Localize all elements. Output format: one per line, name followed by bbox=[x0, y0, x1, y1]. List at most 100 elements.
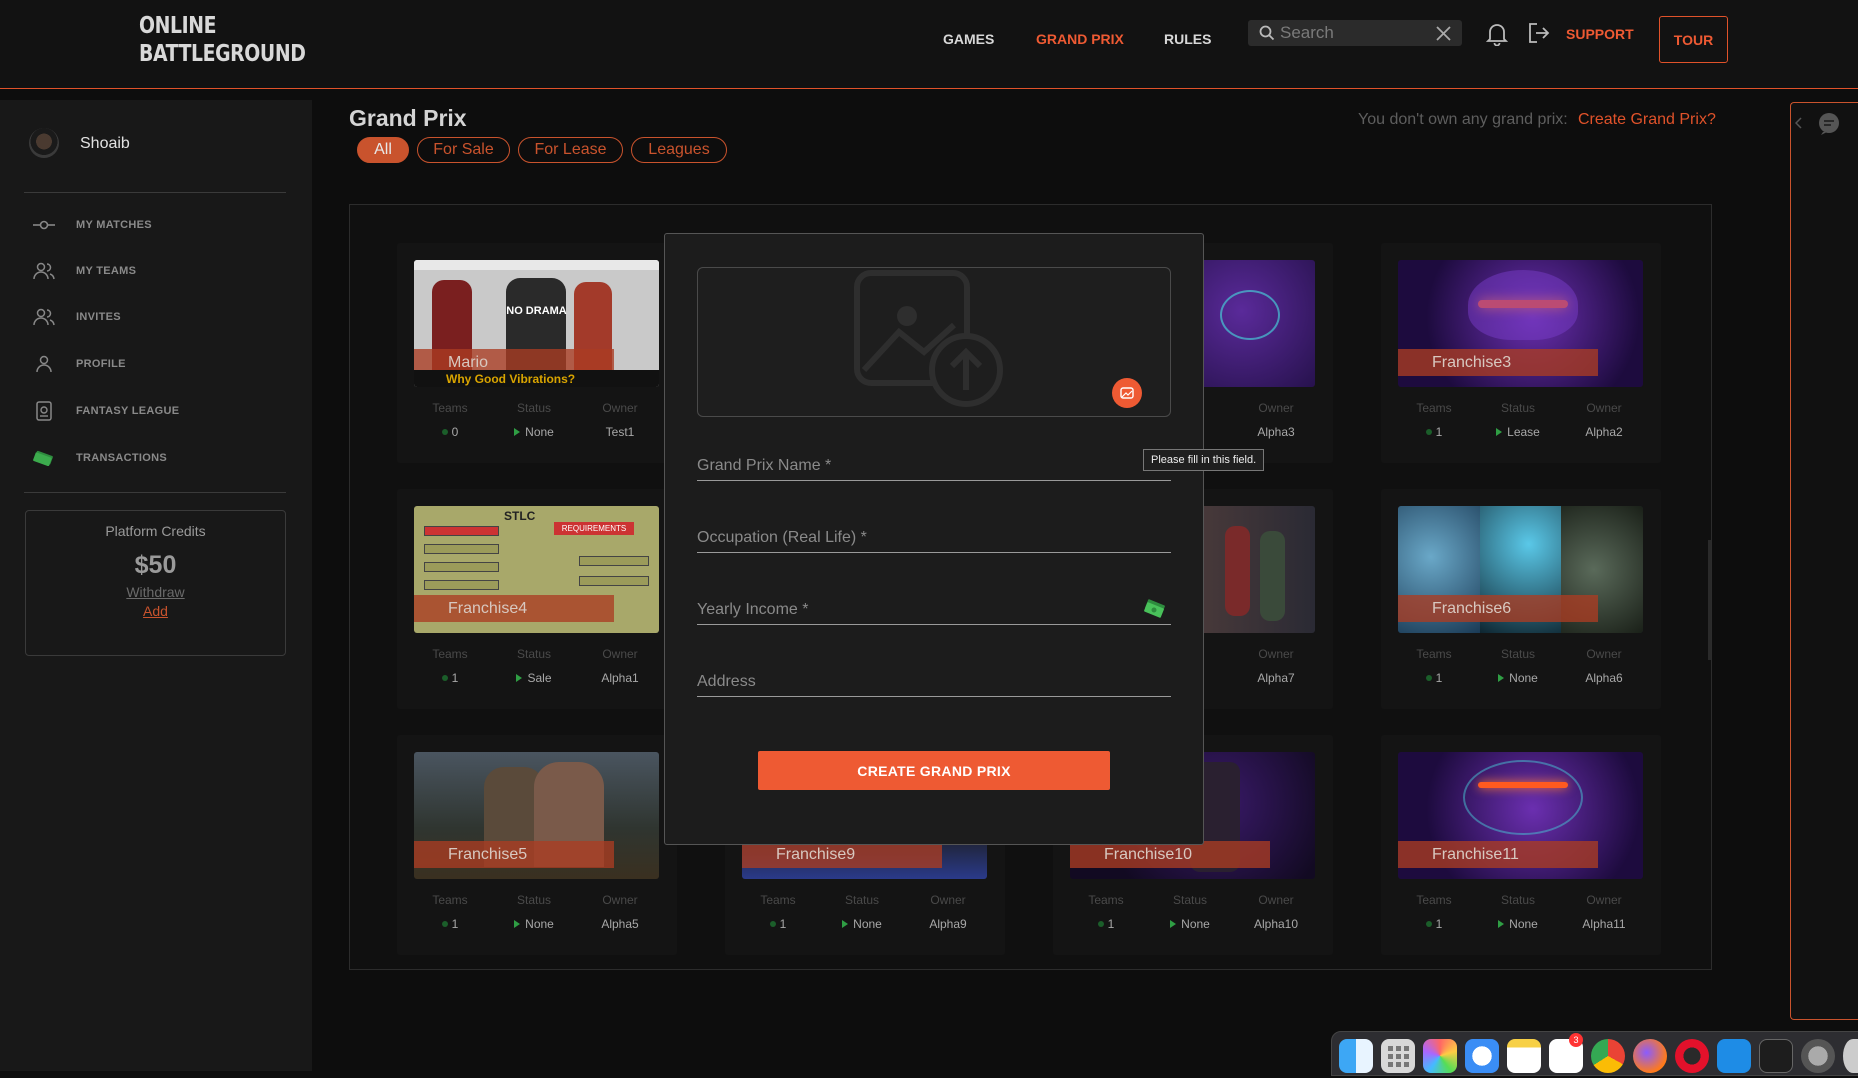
user-icon bbox=[36, 355, 52, 373]
sidebar-item-invites[interactable]: INVITES bbox=[32, 305, 292, 329]
vscode-icon[interactable] bbox=[1717, 1039, 1751, 1073]
nav-rules[interactable]: RULES bbox=[1164, 31, 1211, 47]
reminders-icon[interactable]: 3 bbox=[1549, 1033, 1583, 1073]
create-grand-prix-button[interactable]: CREATE GRAND PRIX bbox=[758, 751, 1110, 790]
search-icon bbox=[1259, 25, 1275, 41]
nav-games[interactable]: GAMES bbox=[943, 31, 994, 47]
chrome-icon[interactable] bbox=[1591, 1039, 1625, 1073]
yearly-income-field[interactable]: Yearly Income * bbox=[697, 589, 1171, 625]
filter-all[interactable]: All bbox=[357, 137, 409, 163]
chat-icon[interactable] bbox=[1817, 112, 1841, 136]
address-field[interactable]: Address bbox=[697, 661, 1171, 697]
notes-icon[interactable] bbox=[1507, 1039, 1541, 1073]
owner-value: Alpha5 bbox=[601, 917, 639, 931]
meta-label-owner: Owner bbox=[930, 893, 966, 907]
add-credits-link[interactable]: Add bbox=[26, 603, 285, 619]
sidebar-item-label: INVITES bbox=[76, 311, 121, 323]
quicktime-icon[interactable] bbox=[1801, 1039, 1835, 1073]
search-input[interactable] bbox=[1280, 22, 1430, 44]
bell-icon[interactable] bbox=[1486, 22, 1508, 46]
photos-icon[interactable] bbox=[1423, 1039, 1457, 1073]
site-logo[interactable]: ONLINE BATTLEGROUND bbox=[139, 12, 306, 68]
image-upload-icon bbox=[854, 270, 1003, 407]
sidebar-item-my-teams[interactable]: MY TEAMS bbox=[32, 259, 292, 283]
meta-label-status: Status bbox=[516, 647, 552, 661]
meta-label-teams: Teams bbox=[432, 647, 468, 661]
status-value: None bbox=[1145, 917, 1235, 931]
opera-icon[interactable] bbox=[1675, 1039, 1709, 1073]
status-value: Lease bbox=[1473, 425, 1563, 439]
grand-prix-card[interactable]: Franchise11 Teams Status Owner 1 None Al… bbox=[1381, 735, 1661, 955]
meta-label-status: Status bbox=[1172, 893, 1208, 907]
teams-count: 1 bbox=[1389, 425, 1479, 439]
notification-badge: 3 bbox=[1569, 1033, 1583, 1047]
generic-icon[interactable] bbox=[1843, 1039, 1858, 1073]
card-overlay-text: NO DRAMA bbox=[506, 305, 567, 317]
grand-prix-card[interactable]: Franchise5 Teams Status Owner 1 None Alp… bbox=[397, 735, 677, 955]
filter-for-sale[interactable]: For Sale bbox=[417, 137, 510, 163]
commit-icon bbox=[33, 220, 55, 230]
field-label: Address bbox=[697, 673, 756, 690]
sidebar-item-label: TRANSACTIONS bbox=[76, 452, 167, 464]
firefox-icon[interactable] bbox=[1633, 1039, 1667, 1073]
sidebar-item-label: MY TEAMS bbox=[76, 265, 137, 277]
grand-prix-card[interactable]: Franchise6 Teams Status Owner 1 None Alp… bbox=[1381, 489, 1661, 709]
logout-icon[interactable] bbox=[1528, 22, 1550, 44]
sidebar-item-transactions[interactable]: TRANSACTIONS bbox=[32, 446, 292, 470]
support-link[interactable]: SUPPORT bbox=[1566, 26, 1634, 42]
card-caption: Why Good Vibrations? bbox=[446, 372, 576, 386]
nav-grand-prix[interactable]: GRAND PRIX bbox=[1036, 31, 1124, 47]
filter-leagues[interactable]: Leagues bbox=[631, 137, 727, 163]
meta-label-status: Status bbox=[1500, 893, 1536, 907]
teams-count: 0 bbox=[405, 425, 495, 439]
meta-label-status: Status bbox=[516, 893, 552, 907]
withdraw-link[interactable]: Withdraw bbox=[26, 584, 285, 600]
ownership-status: You don't own any grand prix: bbox=[1358, 111, 1568, 128]
grand-prix-card[interactable]: Franchise3 Teams Status Owner 1 Lease Al… bbox=[1381, 243, 1661, 463]
grand-prix-card[interactable]: NO DRAMA Mario Why Good Vibrations? Team… bbox=[397, 243, 677, 463]
field-label: Yearly Income * bbox=[697, 601, 809, 618]
close-icon[interactable] bbox=[1436, 26, 1451, 41]
card-image: NO DRAMA Mario Why Good Vibrations? bbox=[414, 260, 659, 387]
image-upload-area[interactable] bbox=[697, 267, 1171, 417]
meta-label-status: Status bbox=[516, 401, 552, 415]
divider bbox=[24, 192, 286, 193]
user-name: Shoaib bbox=[80, 135, 130, 152]
meta-label-teams: Teams bbox=[432, 401, 468, 415]
card-name: Franchise11 bbox=[1398, 841, 1598, 868]
sidebar-item-profile[interactable]: PROFILE bbox=[32, 352, 292, 376]
tour-button[interactable]: TOUR bbox=[1659, 16, 1728, 63]
grand-prix-card[interactable]: STLC REQUIREMENTS Franchise4 Teams Statu… bbox=[397, 489, 677, 709]
occupation-field[interactable]: Occupation (Real Life) * bbox=[697, 517, 1171, 553]
launchpad-icon[interactable] bbox=[1381, 1039, 1415, 1073]
safari-icon[interactable] bbox=[1465, 1039, 1499, 1073]
sidebar-item-label: MY MATCHES bbox=[76, 219, 152, 231]
create-grand-prix-link[interactable]: Create Grand Prix? bbox=[1578, 111, 1716, 129]
meta-label-owner: Owner bbox=[1258, 401, 1294, 415]
grand-prix-name-field[interactable]: Grand Prix Name * bbox=[697, 445, 1171, 481]
credits-title: Platform Credits bbox=[105, 523, 206, 539]
sidebar-item-fantasy-league[interactable]: FANTASY LEAGUE bbox=[32, 399, 292, 423]
sidebar-item-my-matches[interactable]: MY MATCHES bbox=[32, 213, 292, 237]
owner-value: Alpha10 bbox=[1253, 917, 1299, 931]
status-value: None bbox=[817, 917, 907, 931]
terminal-icon[interactable] bbox=[1759, 1039, 1793, 1073]
meta-label-owner: Owner bbox=[1258, 893, 1294, 907]
upload-image-button[interactable] bbox=[1112, 378, 1142, 408]
meta-label-teams: Teams bbox=[760, 893, 796, 907]
credits-amount: $50 bbox=[134, 551, 177, 579]
finder-icon[interactable] bbox=[1339, 1039, 1373, 1073]
meta-label-owner: Owner bbox=[602, 401, 638, 415]
owner-value: Alpha1 bbox=[601, 671, 639, 685]
meta-label-status: Status bbox=[1500, 401, 1536, 415]
grid-scrollbar[interactable] bbox=[1708, 540, 1711, 660]
card-name: Franchise5 bbox=[414, 841, 614, 868]
card-image: Franchise11 bbox=[1398, 752, 1643, 879]
meta-label-owner: Owner bbox=[1586, 893, 1622, 907]
filter-for-lease[interactable]: For Lease bbox=[518, 137, 623, 163]
mac-dock: 3 bbox=[1331, 1031, 1858, 1076]
card-name: Franchise4 bbox=[414, 595, 614, 622]
status-value: None bbox=[489, 917, 579, 931]
avatar[interactable] bbox=[29, 128, 59, 158]
chevron-left-icon[interactable] bbox=[1795, 117, 1803, 129]
